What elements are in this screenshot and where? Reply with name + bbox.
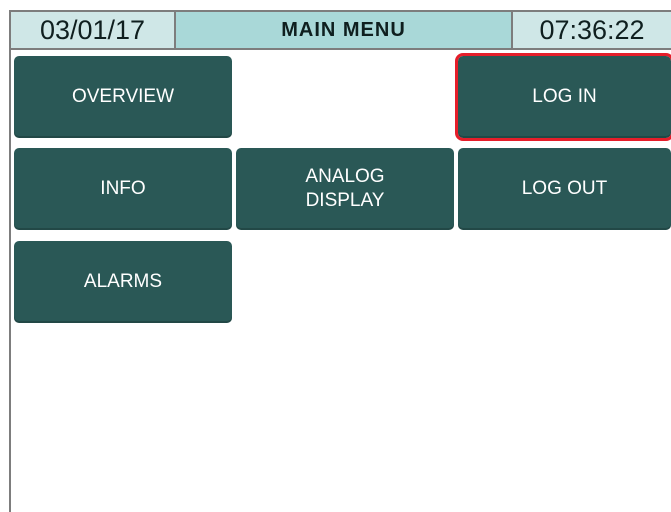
hmi-screen: 03/01/17 MAIN MENU 07:36:22 OVERVIEW LOG… [0,0,671,512]
log-in-button-label: LOG IN [532,86,597,107]
time-display: 07:36:22 [539,14,645,45]
analog-display-button-label: ANALOG DISPLAY [305,166,385,211]
page-title: MAIN MENU [176,12,513,48]
status-header: 03/01/17 MAIN MENU 07:36:22 [11,10,671,50]
info-button[interactable]: INFO [14,148,232,230]
overview-button-label: OVERVIEW [71,86,175,107]
log-out-button-label: LOG OUT [521,178,608,199]
alarms-button-label: ALARMS [83,271,163,292]
log-in-button[interactable]: LOG IN [455,53,671,141]
date-display: 03/01/17 [11,12,176,48]
info-button-label: INFO [100,178,146,199]
screen-border [9,10,11,512]
analog-display-button[interactable]: ANALOG DISPLAY [236,148,454,230]
alarms-button[interactable]: ALARMS [14,241,232,323]
overview-button[interactable]: OVERVIEW [14,56,232,138]
log-out-button[interactable]: LOG OUT [458,148,671,230]
